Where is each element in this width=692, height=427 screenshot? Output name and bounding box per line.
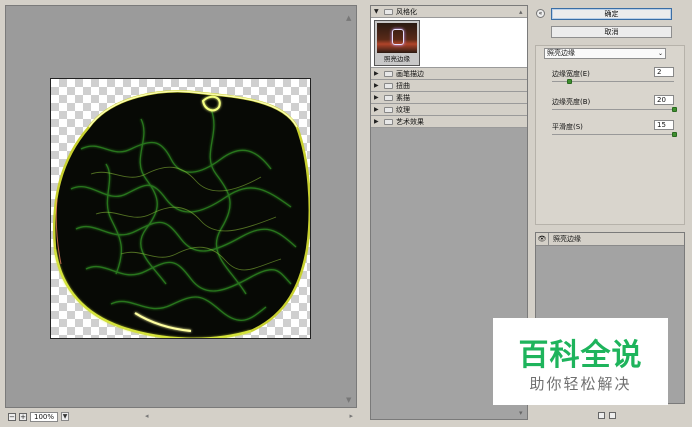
layer-buttons	[598, 412, 616, 419]
folder-icon	[384, 70, 393, 77]
filter-select-value: 照亮边缘	[547, 49, 575, 57]
edge-brightness-slider-handle[interactable]	[672, 107, 677, 112]
category-texture[interactable]: ▶ 纹理	[371, 104, 527, 116]
edge-width-input[interactable]: 2	[654, 67, 674, 77]
trash-icon[interactable]	[609, 412, 616, 419]
collapsed-triangle-icon: ▶	[374, 118, 379, 125]
watermark-title: 百科全说	[518, 338, 643, 373]
preview-horizontal-scrollbar[interactable]: ◂ ▸	[145, 412, 353, 421]
preview-pane[interactable]: ▲ ▼	[5, 5, 357, 408]
stylize-filters: 照亮边缘	[371, 18, 527, 68]
zoom-bar: − + 100% ▼ ◂ ▸	[5, 410, 357, 423]
param-label: 边缘宽度(E)	[552, 70, 590, 78]
cancel-button[interactable]: 取消	[551, 26, 672, 38]
ok-button[interactable]: 确定	[551, 8, 672, 20]
edge-width-slider-handle[interactable]	[567, 79, 573, 84]
chevron-down-icon: ⌄	[657, 50, 663, 57]
collapsed-triangle-icon: ▶	[374, 106, 379, 113]
scroll-up-icon[interactable]: ▲	[346, 14, 351, 22]
category-label: 风格化	[396, 7, 417, 16]
category-label: 扭曲	[396, 81, 410, 90]
double-chevron-up-icon: «	[538, 10, 543, 17]
expanded-triangle-icon: ▼	[374, 8, 379, 15]
scroll-down-icon[interactable]: ▾	[519, 409, 523, 417]
folder-icon	[384, 82, 393, 89]
category-distort[interactable]: ▶ 扭曲	[371, 80, 527, 92]
category-label: 画笔描边	[396, 69, 424, 78]
collapsed-triangle-icon: ▶	[374, 94, 379, 101]
preview-canvas	[50, 78, 311, 339]
collapse-gallery-button[interactable]: «	[536, 9, 545, 18]
scroll-down-icon[interactable]: ▼	[346, 396, 351, 404]
plus-square-icon: +	[20, 412, 26, 421]
thumbnail-label: 照亮边缘	[384, 55, 410, 63]
collapsed-triangle-icon: ▶	[374, 82, 379, 89]
glowing-edges-image	[52, 90, 310, 338]
effect-layer-row[interactable]: 👁 照亮边缘	[536, 233, 684, 246]
param-label: 平滑度(S)	[552, 123, 583, 131]
filter-parameters: 照亮边缘 ⌄ 边缘宽度(E) 2 边缘亮度(B) 20 平滑度(S) 15	[535, 45, 685, 225]
slider-track	[552, 134, 674, 135]
preview-vertical-scrollbar[interactable]: ▲ ▼	[346, 14, 352, 404]
zoom-out-button[interactable]: −	[8, 412, 16, 421]
category-artistic[interactable]: ▶ 艺术效果	[371, 116, 527, 128]
new-effect-layer-icon[interactable]	[598, 412, 605, 419]
folder-icon	[384, 8, 393, 15]
filter-select[interactable]: 照亮边缘 ⌄	[544, 48, 666, 59]
param-edge-width: 边缘宽度(E) 2	[550, 67, 674, 87]
watermark: 百科全说 助你轻松解决	[493, 318, 668, 405]
thumbnail-image	[377, 23, 417, 53]
smoothness-input[interactable]: 15	[654, 120, 674, 130]
category-stylize[interactable]: ▼ 风格化	[371, 6, 527, 18]
filter-thumbnail-glowing-edges[interactable]: 照亮边缘	[374, 20, 420, 66]
category-brush-strokes[interactable]: ▶ 画笔描边	[371, 68, 527, 80]
minus-square-icon: −	[9, 412, 15, 421]
scroll-left-icon[interactable]: ◂	[145, 412, 149, 420]
zoom-level-field[interactable]: 100%	[30, 411, 58, 422]
category-sketch[interactable]: ▶ 素描	[371, 92, 527, 104]
zoom-in-button[interactable]: +	[19, 412, 27, 421]
zoom-dropdown-icon[interactable]: ▼	[61, 412, 69, 421]
folder-icon	[384, 118, 393, 125]
smoothness-slider-handle[interactable]	[672, 132, 677, 137]
folder-icon	[384, 106, 393, 113]
param-edge-brightness: 边缘亮度(B) 20	[550, 95, 677, 115]
scroll-right-icon[interactable]: ▸	[349, 412, 353, 420]
effect-layer-label: 照亮边缘	[553, 235, 581, 243]
category-label: 素描	[396, 93, 410, 102]
collapsed-triangle-icon: ▶	[374, 70, 379, 77]
category-label: 纹理	[396, 105, 410, 114]
param-smoothness: 平滑度(S) 15	[550, 120, 677, 140]
folder-icon	[384, 94, 393, 101]
category-label: 艺术效果	[396, 117, 424, 126]
watermark-subtitle: 助你轻松解决	[529, 375, 632, 393]
visibility-eye-icon[interactable]: 👁	[536, 233, 549, 245]
scroll-up-icon[interactable]: ▴	[519, 8, 523, 16]
param-label: 边缘亮度(B)	[552, 98, 591, 106]
slider-track	[552, 109, 674, 110]
edge-brightness-input[interactable]: 20	[654, 95, 674, 105]
